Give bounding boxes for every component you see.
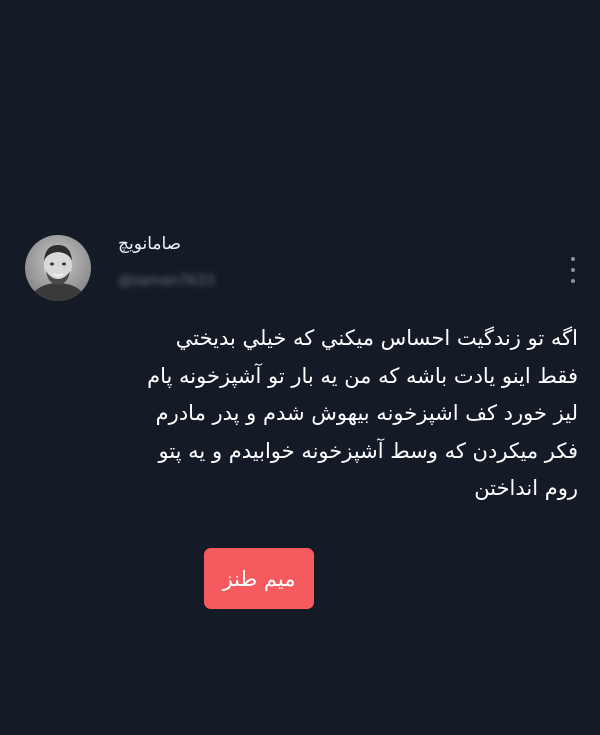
avatar-photo-icon xyxy=(28,245,88,301)
author-handle[interactable]: @saman7633 xyxy=(118,273,215,289)
tweet-line: فقط اینو یادت باشه که من یه بار تو آشپزخ… xyxy=(147,363,578,388)
tweet-text: اگه تو زندگیت احساس میکني که خیلي بدیختي… xyxy=(30,320,578,508)
tweet-line: اگه تو زندگیت احساس میکني که خیلي بدیختي xyxy=(175,326,578,350)
avatar[interactable] xyxy=(25,235,91,301)
author-display-name[interactable]: صامانویچ xyxy=(118,234,181,254)
meme-tag-button[interactable]: میم طنز xyxy=(204,548,314,609)
tweet-line: لیز خورد کف اشپزخونه بیهوش شدم و پدر ماد… xyxy=(155,401,578,425)
more-options-icon[interactable] xyxy=(563,255,583,285)
more-dot xyxy=(571,279,575,283)
tweet-card: صامانویچ @saman7633 اگه تو زندگیت احساس … xyxy=(0,0,600,735)
tweet-line: روم انداختن xyxy=(474,476,578,500)
more-dot xyxy=(571,268,575,272)
tweet-line: فکر میکردن که وسط آشپزخونه خوابیدم و یه … xyxy=(158,438,578,463)
more-dot xyxy=(571,257,575,261)
